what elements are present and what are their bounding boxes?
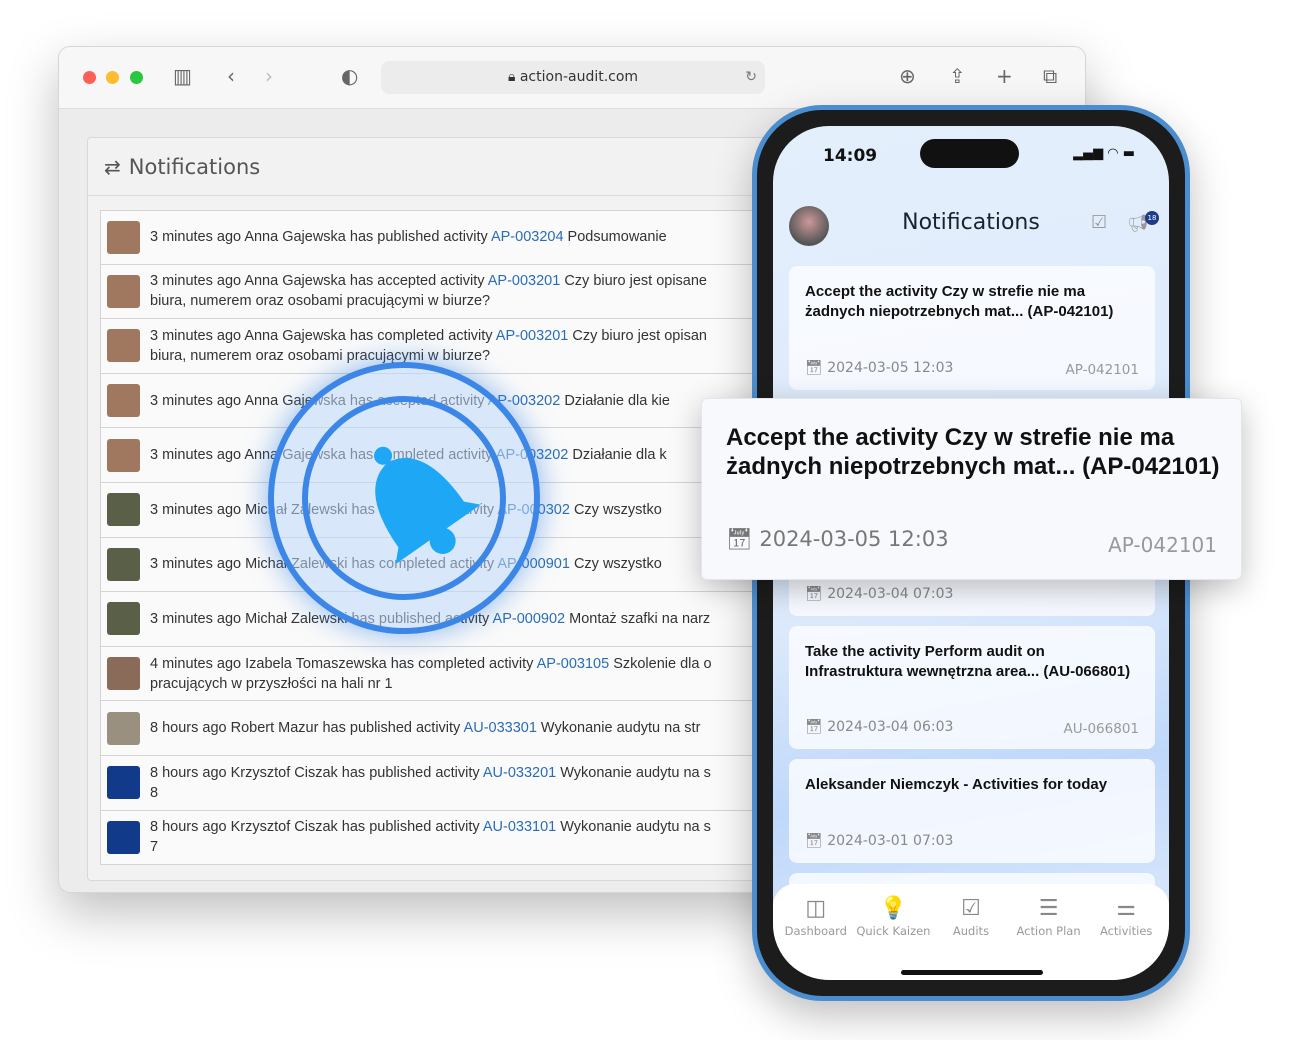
avatar <box>107 602 140 636</box>
address-bar[interactable]: 🔒︎ action-audit.com ↻ <box>381 61 765 94</box>
activity-link[interactable]: AP-003204 <box>491 229 564 245</box>
calendar-icon: 📅︎ <box>805 719 828 735</box>
status-icons: ▂▄▆ ◠ ▬ <box>1073 146 1135 161</box>
minimize-button[interactable] <box>106 71 119 84</box>
browser-toolbar: ▥ ‹ › ◐ 🔒︎ action-audit.com ↻ ⊕ ⇪ + ⧉ <box>59 47 1085 109</box>
calendar-icon: 📅︎ <box>805 360 828 376</box>
new-tab-icon[interactable]: + <box>996 64 1013 88</box>
lock-icon: 🔒︎ <box>507 69 520 85</box>
avatar <box>107 547 140 581</box>
sidebar-icon[interactable]: ▥ <box>173 64 192 88</box>
avatar <box>107 274 140 308</box>
lightbulb-icon: 💡 <box>879 896 908 921</box>
sliders-icon: ⚌ <box>1116 896 1137 921</box>
calendar-icon: 📅︎ <box>805 833 828 849</box>
avatar <box>107 329 140 363</box>
screen-title: Notifications <box>902 210 1040 235</box>
activity-link[interactable]: AU-033301 <box>464 720 537 736</box>
notification-text: 8 hours ago Robert Mazur has published a… <box>150 720 701 737</box>
share-icon[interactable]: ⇪ <box>949 64 966 88</box>
bell-icon <box>374 446 481 565</box>
forward-icon[interactable]: › <box>265 64 273 88</box>
tab-activities[interactable]: ⚌ Activities <box>1087 896 1165 980</box>
tabs-overview-icon[interactable]: ⧉ <box>1043 64 1057 88</box>
dashboard-icon: ◫ <box>805 896 827 921</box>
notification-card[interactable]: Take the activity Perform audit on Infra… <box>789 626 1155 749</box>
tab-audits[interactable]: ☑ Audits <box>932 896 1010 980</box>
activity-link[interactable]: AU-033201 <box>483 765 556 781</box>
tab-quick-kaizen[interactable]: 💡 Quick Kaizen <box>855 896 933 980</box>
calendar-icon: 📅︎ <box>805 586 828 602</box>
popup-code: AP-042101 <box>1108 533 1217 557</box>
notification-badge: 18 <box>1145 211 1159 225</box>
avatar <box>107 220 140 254</box>
avatar <box>107 766 140 800</box>
notification-card[interactable]: Aleksander Niemczyk - Activities for tod… <box>789 759 1155 863</box>
activity-link[interactable]: AP-003201 <box>496 328 569 344</box>
shield-icon[interactable]: ◐ <box>341 64 358 88</box>
notification-text: 4 minutes ago Izabela Tomaszewska has co… <box>150 655 712 692</box>
url-text: action-audit.com <box>519 69 639 85</box>
avatar <box>107 820 140 854</box>
activity-link[interactable]: AU-033101 <box>483 819 556 835</box>
status-time: 14:09 <box>823 146 878 166</box>
avatar <box>107 384 140 418</box>
panel-title: Notifications <box>128 154 261 179</box>
popup-date: 2024-03-05 12:03 <box>759 527 949 551</box>
close-button[interactable] <box>83 71 96 84</box>
checkbox-icon: ☑ <box>961 896 981 921</box>
mark-read-icon[interactable]: ☑ <box>1091 212 1107 233</box>
popup-title: Accept the activity Czy w strefie nie ma… <box>726 424 1220 480</box>
activity-link[interactable]: AP-003201 <box>488 273 561 289</box>
notification-popup[interactable]: Accept the activity Czy w strefie nie ma… <box>701 398 1242 580</box>
activity-link[interactable]: AP-003105 <box>537 656 610 672</box>
notification-text: 3 minutes ago Anna Gajewska has accepted… <box>150 273 707 310</box>
avatar <box>107 438 140 472</box>
notification-text: 8 hours ago Krzysztof Ciszak has publish… <box>150 819 711 856</box>
avatar <box>107 493 140 527</box>
calendar-icon: 📅︎ <box>726 527 760 551</box>
tab-bar: ◫ Dashboard 💡 Quick Kaizen ☑ Audits ☰ Action… <box>773 884 1169 980</box>
bell-overlay <box>268 362 540 634</box>
notification-card[interactable]: Accept the activity Czy w strefie nie ma… <box>789 266 1155 390</box>
reload-icon[interactable]: ↻ <box>745 61 757 94</box>
tab-dashboard[interactable]: ◫ Dashboard <box>777 896 855 980</box>
numbered-list-icon: ☰ <box>1038 896 1059 921</box>
avatar <box>107 711 140 745</box>
activity-link[interactable]: AP-000902 <box>493 611 566 627</box>
maximize-button[interactable] <box>130 71 143 84</box>
notification-text: 8 hours ago Krzysztof Ciszak has publish… <box>150 764 711 801</box>
retweet-icon: ⇄ <box>104 154 121 179</box>
notification-text: 3 minutes ago Anna Gajewska has publishe… <box>150 229 667 246</box>
notification-text: 3 minutes ago Anna Gajewska has complete… <box>150 327 707 364</box>
avatar <box>107 657 140 691</box>
back-icon[interactable]: ‹ <box>227 64 235 88</box>
home-indicator <box>901 970 1043 975</box>
download-icon[interactable]: ⊕ <box>899 64 916 88</box>
tab-action-plan[interactable]: ☰ Action Plan <box>1010 896 1088 980</box>
